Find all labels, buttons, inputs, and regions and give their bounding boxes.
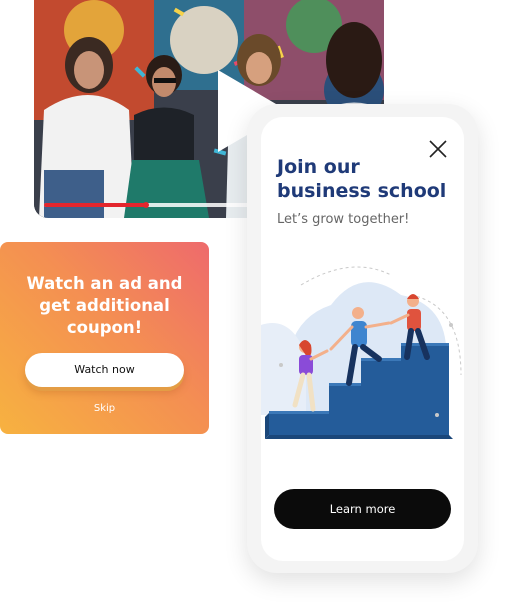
promo-popup: Join our business school Let’s grow toge…	[261, 117, 464, 561]
phone-frame: Join our business school Let’s grow toge…	[247, 104, 478, 573]
promo-subtitle: Let’s grow together!	[277, 212, 410, 227]
watch-now-button[interactable]: Watch now	[25, 353, 184, 387]
promo-title: Join our business school	[277, 156, 447, 202]
video-progress-fill	[44, 203, 147, 207]
learn-more-button[interactable]: Learn more	[274, 489, 451, 529]
teamwork-stairs-illustration	[261, 266, 462, 439]
skip-link[interactable]: Skip	[0, 403, 209, 414]
coupon-title: Watch an ad and get additional coupon!	[26, 274, 183, 337]
coupon-ad-card: Watch an ad and get additional coupon! W…	[0, 242, 209, 434]
